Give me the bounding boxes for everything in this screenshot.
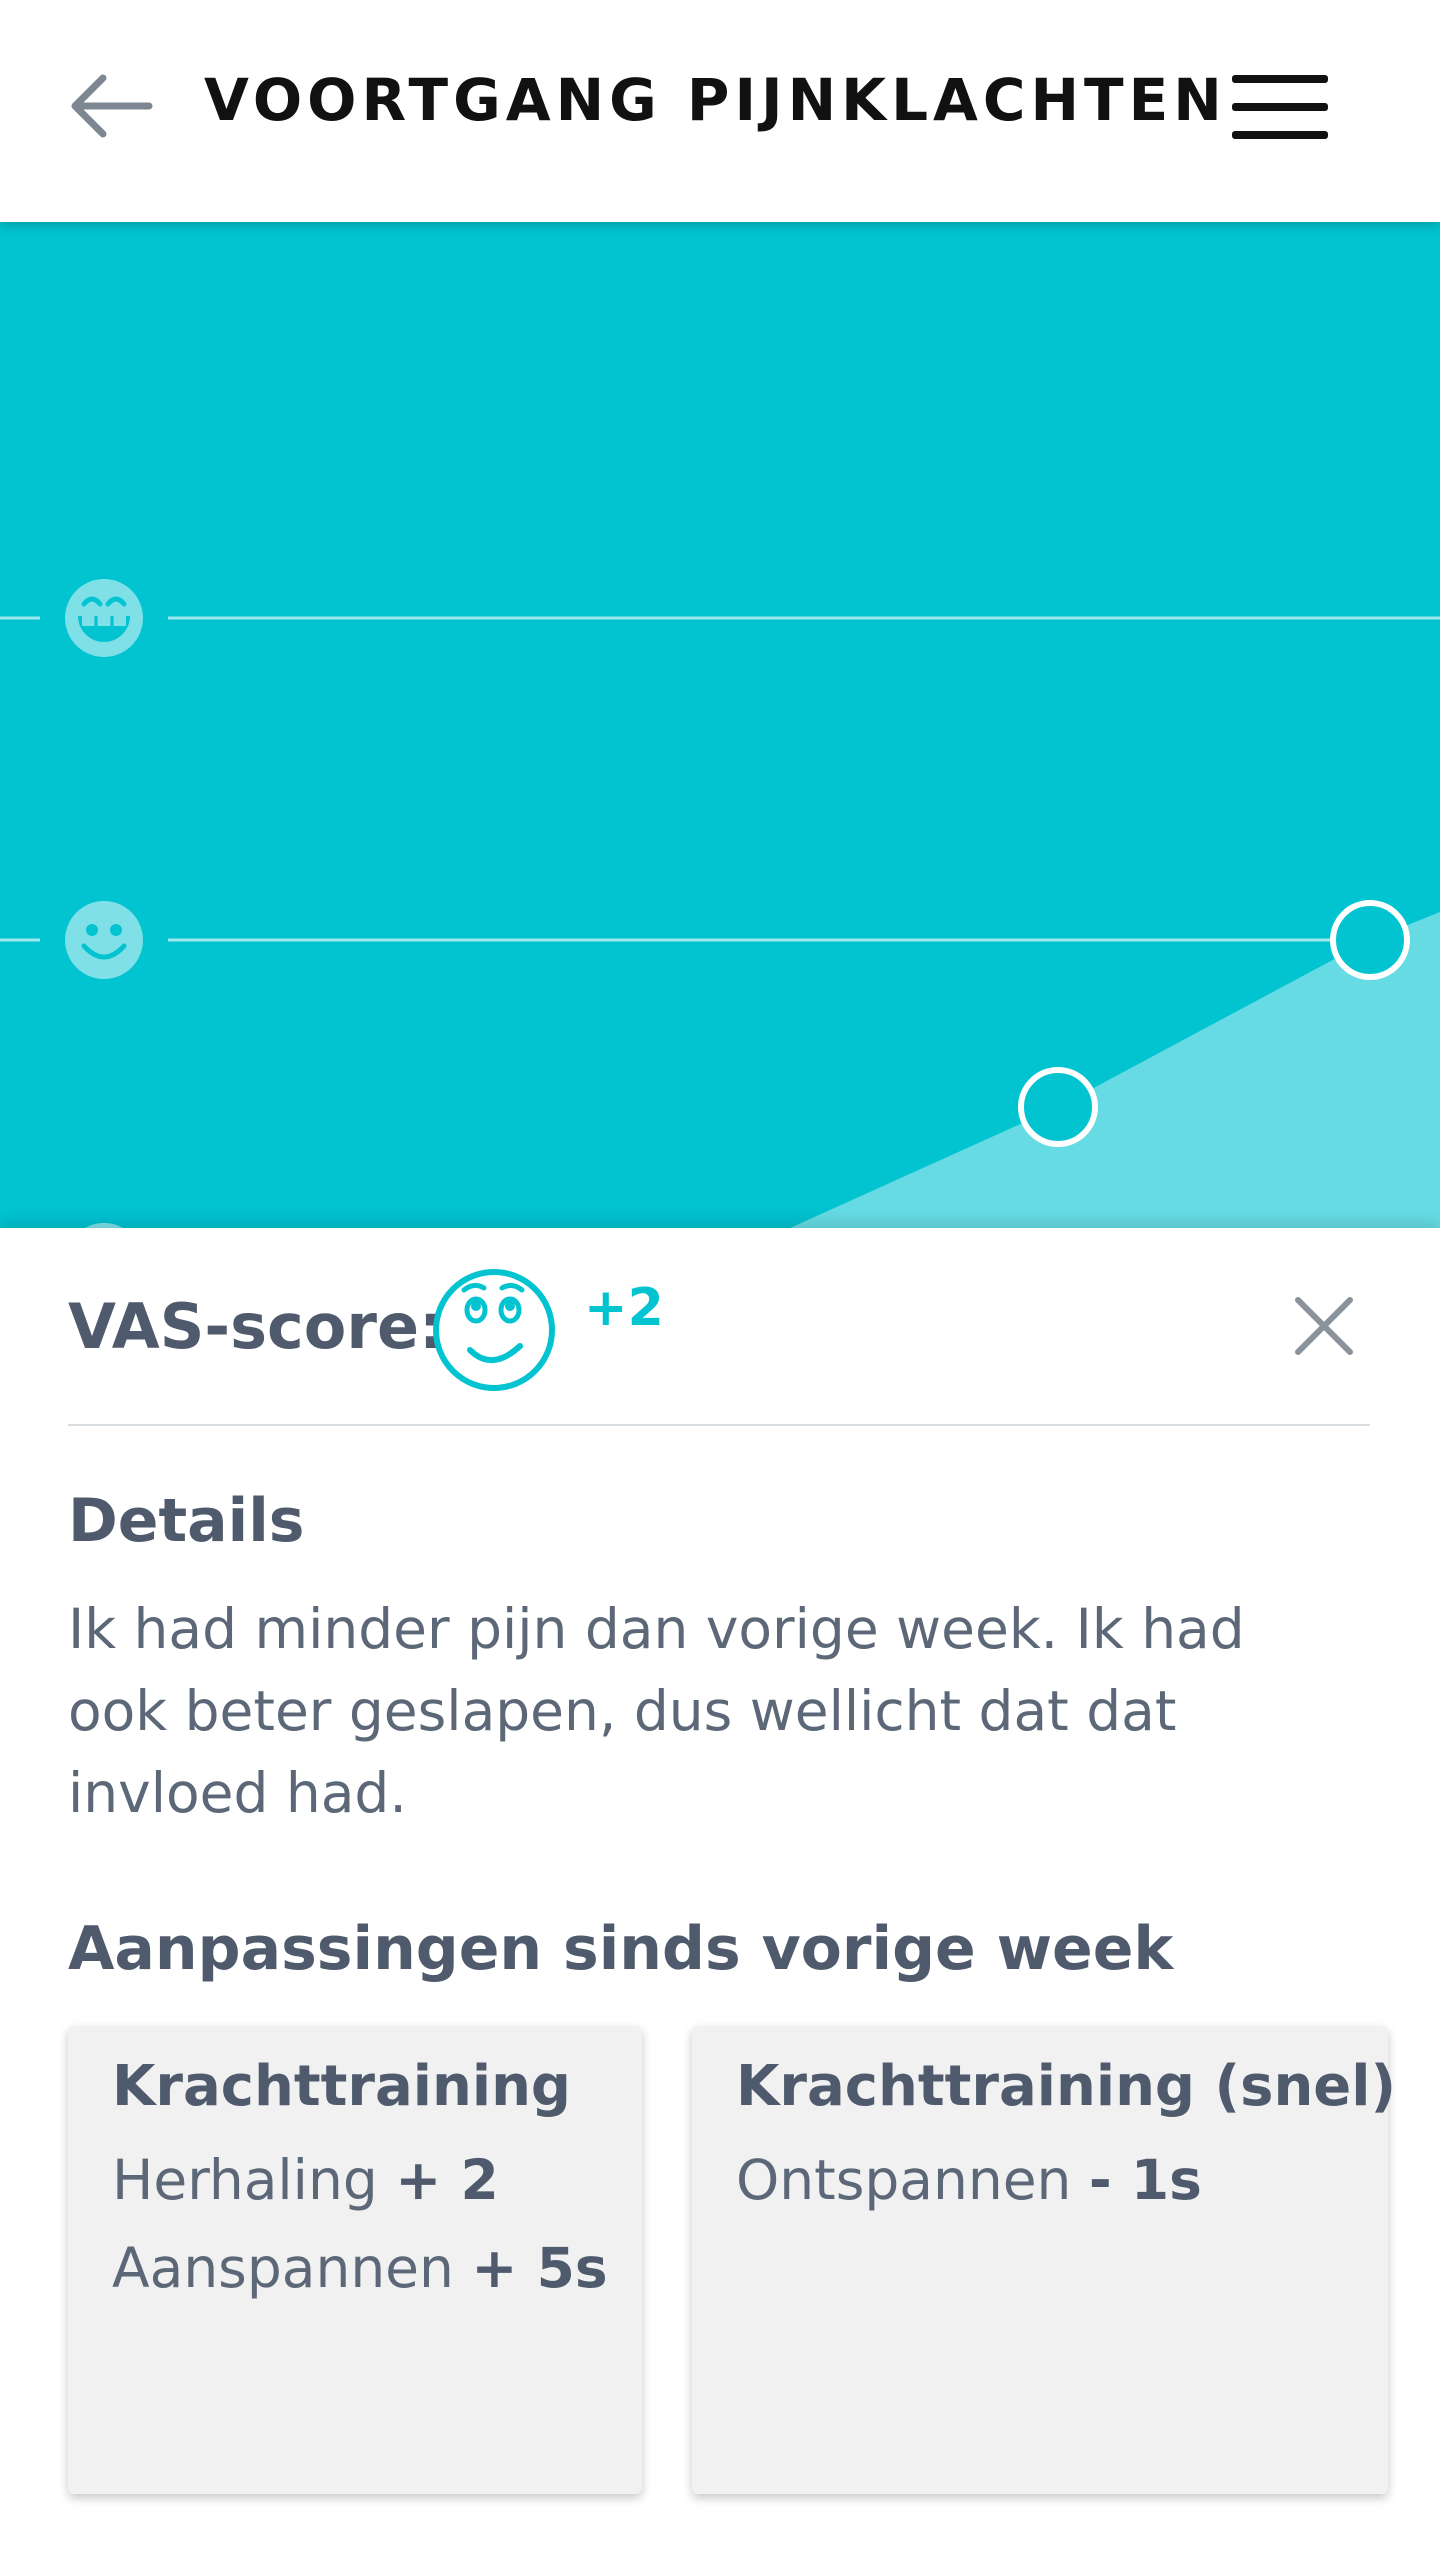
vas-delta-value: +2 [584, 1278, 664, 1338]
pain-progress-chart [0, 222, 1440, 1228]
card-line-label: Ontspannen [736, 2148, 1072, 2212]
arrow-left-icon [71, 74, 153, 138]
vas-score-label: VAS-score: [68, 1290, 444, 1363]
adjustment-card[interactable]: Krachttraining (snel) Ontspannen - 1s [692, 2026, 1396, 2494]
adjustment-card[interactable]: Krachttraining Herhaling + 2 Aanspannen … [68, 2026, 642, 2494]
card-line-value: + 5s [471, 2236, 608, 2300]
card-line: Aanspannen + 5s [112, 2236, 608, 2300]
relieved-face-icon [433, 1269, 555, 1391]
card-title: Krachttraining [112, 2054, 572, 2119]
data-point-marker[interactable] [1018, 1067, 1098, 1147]
page-title: VOORTGANG PIJNKLACHTEN [204, 66, 1227, 134]
changes-heading: Aanpassingen sinds vorige week [68, 1914, 1174, 1984]
happy-face-icon [65, 901, 143, 979]
details-heading: Details [68, 1486, 305, 1556]
app-header: VOORTGANG PIJNKLACHTEN [0, 0, 1440, 222]
card-title: Krachttraining (snel) [736, 2054, 1397, 2119]
details-text: Ik had minder pijn dan vorige week. Ik h… [68, 1597, 1245, 1825]
card-line: Herhaling + 2 [112, 2148, 499, 2212]
card-line: Ontspannen - 1s [736, 2148, 1202, 2212]
card-line-label: Herhaling [112, 2148, 378, 2212]
card-line-value: - 1s [1088, 2148, 1202, 2212]
card-line-label: Aanspannen [112, 2236, 454, 2300]
back-button[interactable] [60, 60, 160, 152]
menu-button[interactable] [1220, 62, 1340, 152]
details-panel: VAS-score: +2 Details Ik had minder pijn… [0, 1228, 1440, 2560]
data-point-marker[interactable] [1330, 900, 1410, 980]
close-icon [1295, 1297, 1353, 1355]
close-button[interactable] [1284, 1286, 1364, 1366]
card-line-value: + 2 [395, 2148, 499, 2212]
divider [68, 1424, 1370, 1426]
very-happy-face-icon [65, 579, 143, 657]
hamburger-menu-icon [1232, 75, 1328, 139]
